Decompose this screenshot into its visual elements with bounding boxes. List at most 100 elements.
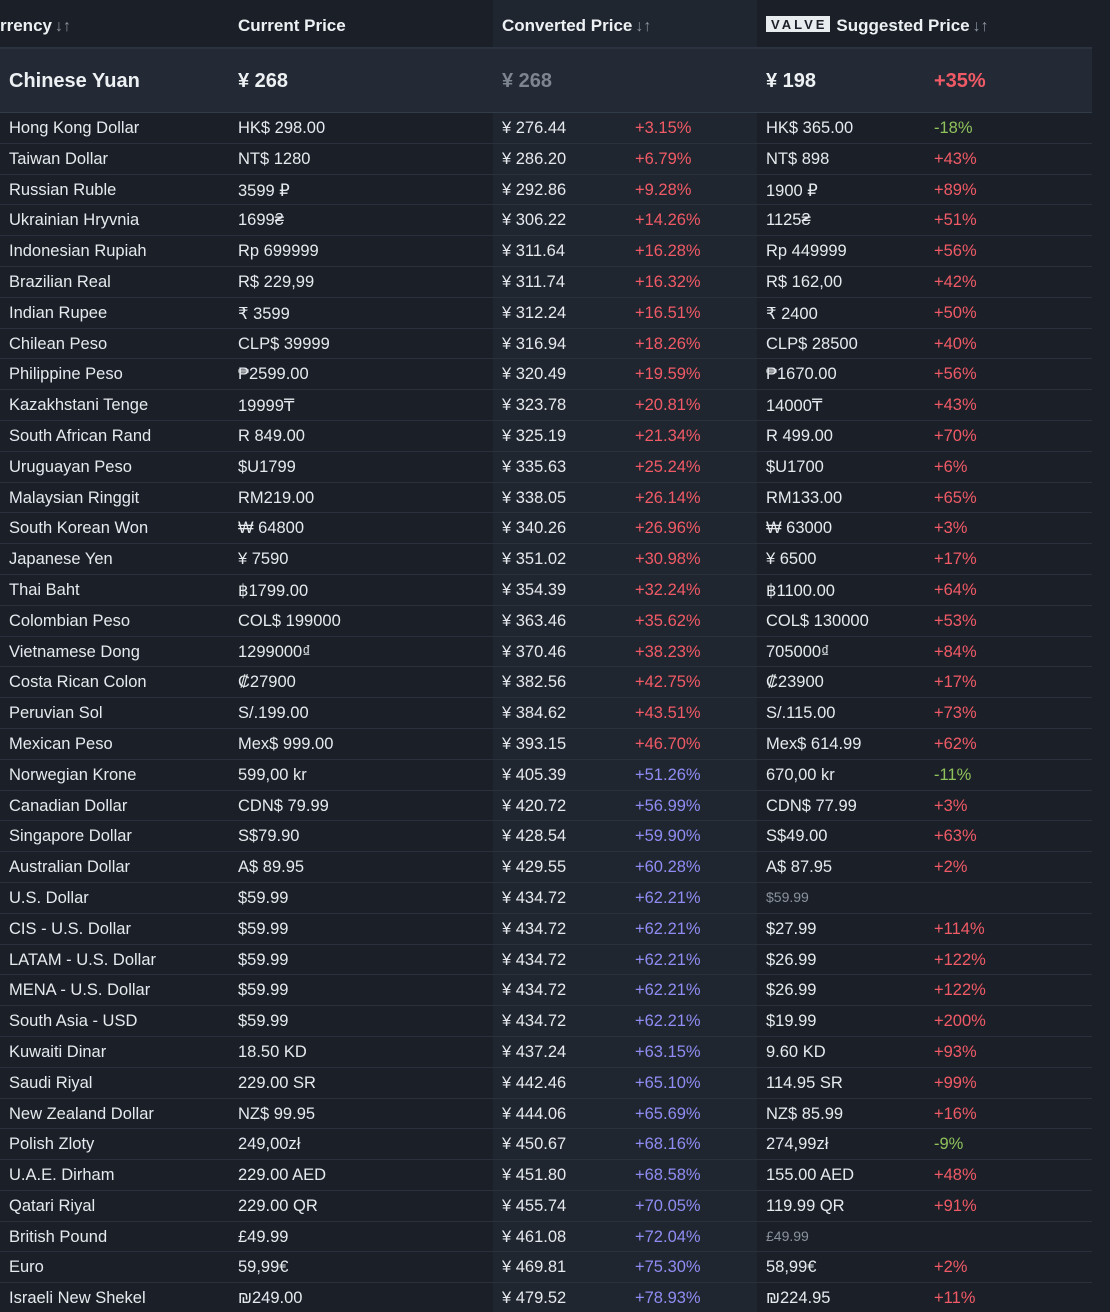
currency-name: Japanese Yen [9,550,113,569]
suggested-price: 1900 ₽ [766,181,818,200]
converted-percent: +56.99% [635,796,701,815]
suggested-percent: +48% [934,1166,977,1185]
suggested-price: 9.60 KD [766,1042,826,1061]
current-price: ₱2599.00 [238,365,309,384]
suggested-price-column-header[interactable]: VALVE Suggested Price ↓↑ [766,16,989,36]
sort-icon[interactable]: ↓↑ [635,18,651,35]
converted-price: ¥ 428.54 [502,827,567,846]
table-row: CIS - U.S. Dollar $59.99 ¥ 434.72 +62.21% $2… [0,914,1092,945]
currency-name: Thai Baht [9,580,80,599]
current-price: NZ$ 99.95 [238,1104,316,1123]
current-price: 599,00 kr [238,765,307,784]
converted-price: ¥ 434.72 [502,950,567,969]
converted-price: ¥ 306.22 [502,211,567,230]
suggested-price: NT$ 898 [766,149,830,168]
base-currency-name: Chinese Yuan [9,70,140,92]
table-row: Uruguayan Peso $U1799 ¥ 335.63 +25.24% $U170… [0,452,1092,483]
table-row: South African Rand R 849.00 ¥ 325.19 +21.34… [0,421,1092,452]
table-row: South Asia - USD $59.99 ¥ 434.72 +62.21% $19… [0,1006,1092,1037]
converted-price: ¥ 286.20 [502,149,567,168]
current-price: ₡27900 [238,673,296,692]
currency-name: CIS - U.S. Dollar [9,919,131,938]
base-current-price: ¥ 268 [238,70,289,92]
suggested-percent: +40% [934,334,977,353]
table-row: Vietnamese Dong 1299000₫ ¥ 370.46 +38.23% 70… [0,637,1092,668]
converted-price: ¥ 434.72 [502,919,567,938]
currency-name: Philippine Peso [9,365,123,384]
table-row: Colombian Peso COL$ 199000 ¥ 363.46 +35.62%… [0,606,1092,637]
table-row: British Pound £49.99 ¥ 461.08 +72.04% £49.99 [0,1222,1092,1253]
converted-percent: +14.26% [635,211,701,230]
currency-name: Kuwaiti Dinar [9,1042,107,1061]
current-price-header-label: Current Price [238,16,346,35]
suggested-price: 58,99€ [766,1258,817,1277]
converted-percent: +32.24% [635,580,701,599]
converted-price: ¥ 450.67 [502,1135,567,1154]
currency-name: Polish Zloty [9,1135,95,1154]
currency-name: Hong Kong Dollar [9,119,140,137]
suggested-percent: +2% [934,1258,968,1277]
table-row: Costa Rican Colon ₡27900 ¥ 382.56 +42.75% ₡2… [0,667,1092,699]
currency-name: South Asia - USD [9,1012,138,1031]
converted-price-column-header[interactable]: Converted Price ↓↑ [502,16,651,36]
current-price: 19999₸ [238,397,295,416]
suggested-price: 705000₫ [766,642,830,661]
converted-percent: +20.81% [635,396,701,415]
table-row: Saudi Riyal 229.00 SR ¥ 442.46 +65.10% 114.9… [0,1068,1092,1099]
converted-percent: +63.15% [635,1042,701,1061]
currency-name: MENA - U.S. Dollar [9,981,151,1000]
table-row: Polish Zloty 249,00zł ¥ 450.67 +68.16% 274,9… [0,1129,1092,1161]
currency-name: Saudi Riyal [9,1073,93,1092]
table-row: Canadian Dollar CDN$ 79.99 ¥ 420.72 +56.99%… [0,791,1092,822]
converted-percent: +6.79% [635,149,692,168]
suggested-percent: +200% [934,1012,986,1031]
converted-percent: +68.16% [635,1135,701,1154]
current-price: $U1799 [238,457,296,476]
suggested-percent: +65% [934,488,977,507]
table-row: LATAM - U.S. Dollar $59.99 ¥ 434.72 +62.21%… [0,945,1092,976]
suggested-percent: +16% [934,1104,977,1123]
table-row: Euro 59,99€ ¥ 469.81 +75.30% 58,99€ +2% [0,1252,1092,1284]
table-row: New Zealand Dollar NZ$ 99.95 ¥ 444.06 +65.6… [0,1099,1092,1130]
table-row: Malaysian Ringgit RM219.00 ¥ 338.05 +26.14%… [0,483,1092,514]
converted-percent: +42.75% [635,673,701,692]
current-price: CLP$ 39999 [238,334,330,353]
table-row: Australian Dollar A$ 89.95 ¥ 429.55 +60.28%… [0,852,1092,883]
currency-name: Vietnamese Dong [9,642,140,661]
current-price: 229.00 QR [238,1196,318,1215]
converted-price: ¥ 316.94 [502,334,567,353]
suggested-percent: +89% [934,180,977,199]
suggested-percent: +56% [934,242,977,261]
converted-price: ¥ 455.74 [502,1196,567,1215]
current-price: $59.99 [238,919,289,938]
currency-name: Mexican Peso [9,734,113,753]
suggested-percent: +3% [934,519,968,538]
converted-price: ¥ 338.05 [502,488,567,507]
suggested-price: ¥ 6500 [766,550,817,569]
suggested-price: ₪224.95 [766,1289,831,1308]
converted-price: ¥ 311.74 [502,272,566,291]
current-price: 229.00 SR [238,1073,316,1092]
converted-percent: +26.96% [635,519,701,538]
currency-column-header[interactable]: rrency ↓↑ [0,16,71,36]
currency-name: Malaysian Ringgit [9,488,140,507]
converted-price: ¥ 444.06 [502,1104,567,1123]
sort-icon[interactable]: ↓↑ [55,18,71,35]
currency-header-label: rrency [0,16,52,35]
converted-price: ¥ 320.49 [502,365,567,384]
currency-name: Qatari Riyal [9,1196,96,1215]
suggested-percent: +91% [934,1196,977,1215]
suggested-price: $59.99 [766,888,809,905]
suggested-price: HK$ 365.00 [766,119,854,137]
table-header: rrency ↓↑ Current Price Converted Price ↓↑… [0,0,1092,49]
converted-price: ¥ 437.24 [502,1042,567,1061]
current-price: 18.50 KD [238,1042,307,1061]
table-row: Japanese Yen ¥ 7590 ¥ 351.02 +30.98% ¥ 6500 +… [0,544,1092,575]
sort-icon[interactable]: ↓↑ [973,18,989,35]
suggested-price: S$49.00 [766,827,828,846]
suggested-percent: +70% [934,426,977,445]
suggested-percent: +73% [934,704,977,723]
table-row: Philippine Peso ₱2599.00 ¥ 320.49 +19.59% ₱1… [0,359,1092,391]
converted-percent: +30.98% [635,550,701,569]
table-row: Peruvian Sol S/.199.00 ¥ 384.62 +43.51% S/.1… [0,698,1092,729]
